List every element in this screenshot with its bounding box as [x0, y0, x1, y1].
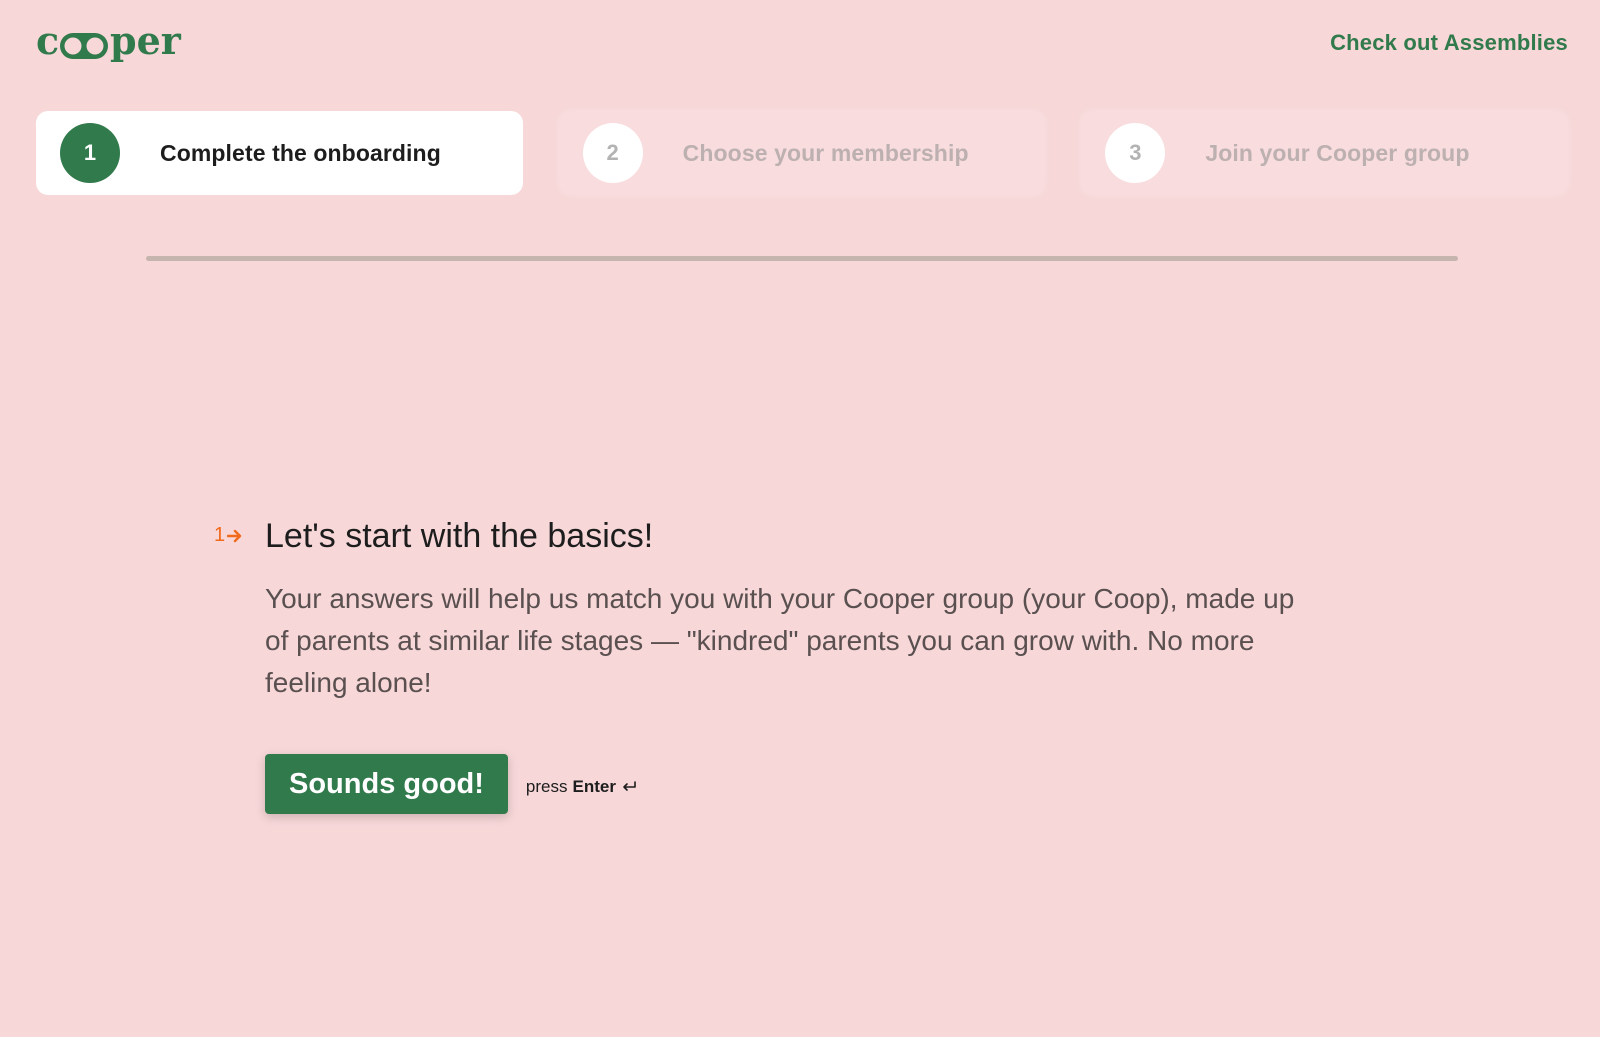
- onboarding-page: c per Check out Assemblies 1 Complete th…: [0, 0, 1600, 1037]
- step-number-badge: 1: [60, 123, 120, 183]
- arrow-right-icon: [227, 529, 242, 542]
- hint-prefix: press: [525, 777, 568, 796]
- enter-return-icon: [623, 781, 636, 791]
- question-description: Your answers will help us match you with…: [265, 583, 1295, 698]
- progress-bar: [146, 256, 1458, 261]
- question-title: Let's start with the basics!: [265, 517, 654, 555]
- svg-text:c: c: [36, 20, 59, 63]
- svg-text:per: per: [110, 20, 182, 63]
- check-out-assemblies-link[interactable]: Check out Assemblies: [1330, 30, 1568, 56]
- step-label: Join your Cooper group: [1205, 139, 1470, 166]
- onboarding-steps: 1 Complete the onboarding 2 Choose your …: [36, 111, 1569, 195]
- cooper-logo-icon: c per: [36, 20, 182, 63]
- step-label: Choose your membership: [682, 139, 969, 166]
- step-number-badge: 3: [1105, 123, 1166, 183]
- step-complete-onboarding[interactable]: 1 Complete the onboarding: [36, 111, 523, 195]
- question-index: 1: [214, 524, 226, 546]
- step-join-cooper-group[interactable]: 3 Join your Cooper group: [1081, 111, 1569, 195]
- enter-key-hint: press Enter: [526, 777, 637, 797]
- step-choose-membership[interactable]: 2 Choose your membership: [558, 111, 1046, 195]
- step-number-badge: 2: [582, 123, 643, 183]
- cooper-logo[interactable]: c per: [36, 16, 186, 70]
- sounds-good-button[interactable]: Sounds good!: [265, 754, 508, 814]
- question-actions: Sounds good! press Enter: [265, 754, 1314, 814]
- step-label: Complete the onboarding: [160, 139, 441, 166]
- question-number: 1: [214, 524, 243, 547]
- question-block: 1 Let's start with the basics! Your answ…: [214, 510, 1314, 814]
- hint-key: Enter: [572, 777, 616, 796]
